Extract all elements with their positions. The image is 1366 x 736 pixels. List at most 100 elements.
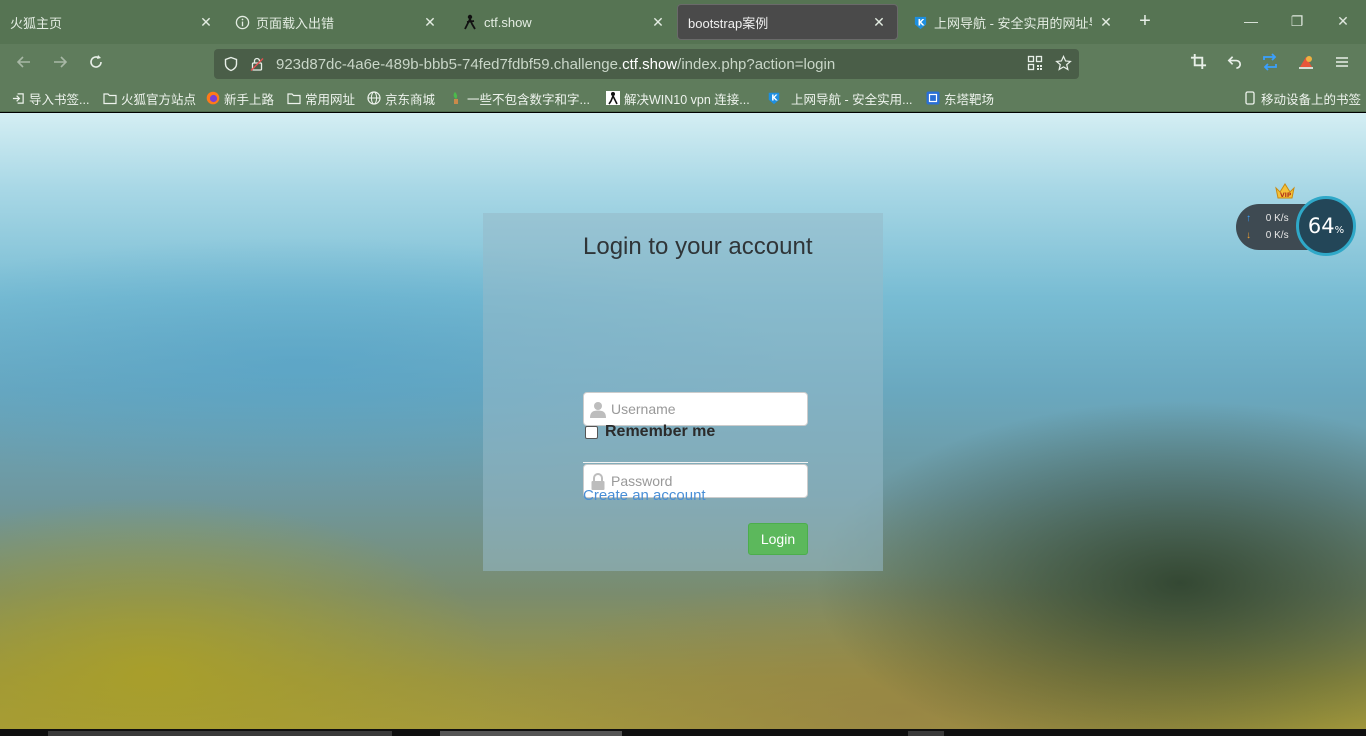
bookmark-jd-mall[interactable]: 京东商城: [367, 89, 435, 107]
bookmark-win10-vpn[interactable]: 解决WIN10 vpn 连接...: [606, 89, 750, 107]
url-domain: ctf.show: [622, 55, 678, 73]
bookmark-label: 导入书签...: [29, 92, 90, 107]
tab-label: 页面载入出错: [256, 15, 335, 31]
remember-me-label: Remember me: [605, 423, 716, 440]
memory-usage-gauge[interactable]: 64%: [1296, 196, 1356, 256]
svg-text:K: K: [917, 17, 924, 27]
bookmark-label: 东塔靶场: [944, 92, 995, 107]
forward-button[interactable]: [49, 53, 71, 75]
target-icon: [926, 91, 940, 105]
username-field[interactable]: [583, 392, 808, 426]
undo-arrow-icon: [1227, 56, 1241, 69]
upload-arrow-icon: ↑: [1246, 213, 1251, 224]
arrow-right-icon: [54, 56, 68, 68]
restore-button[interactable]: ❐: [1286, 10, 1308, 32]
login-button[interactable]: Login: [748, 523, 808, 555]
url-suffix: /index.php?action=login: [677, 55, 836, 73]
bookmark-getting-started[interactable]: 新手上路: [206, 89, 274, 107]
url-prefix: 923d87dc-4a6e-489b-bbb5-74fed7fdbf59.cha…: [276, 55, 623, 73]
new-tab-button[interactable]: +: [1134, 10, 1156, 32]
tab-page-load-error[interactable]: 页面载入出错 ✕: [224, 4, 448, 40]
address-bar[interactable]: 923d87dc-4a6e-489b-bbb5-74fed7fdbf59.cha…: [214, 49, 1079, 79]
bookmark-common-sites[interactable]: 常用网址: [287, 89, 355, 107]
user-icon: [589, 400, 607, 418]
taskbar-item[interactable]: [908, 731, 944, 736]
vip-crown-icon: VIP: [1274, 182, 1296, 202]
bookmark-non-numeric[interactable]: 一些不包含数字和字...: [449, 89, 590, 107]
arrow-left-icon: [16, 56, 30, 68]
download-speed: 0 K/s: [1265, 230, 1289, 241]
extension-icon: [1299, 56, 1313, 69]
tab-strip: 火狐主页 ✕ 页面载入出错 ✕ ctf.show ✕ bootstrap案例 ✕…: [0, 0, 1366, 44]
memory-percent: 64: [1307, 214, 1335, 238]
info-icon: [234, 14, 250, 30]
minimize-button[interactable]: —: [1240, 10, 1262, 32]
bookmark-label: 移动设备上的书签: [1261, 92, 1362, 107]
close-icon[interactable]: ✕: [650, 14, 666, 30]
menu-button[interactable]: [1331, 53, 1353, 75]
back-button[interactable]: [13, 53, 35, 75]
bookmark-web-navigation[interactable]: K 上网导航 - 安全实用...: [767, 89, 913, 107]
close-window-button[interactable]: ✕: [1332, 10, 1354, 32]
bookmark-label: 新手上路: [224, 92, 275, 107]
tab-label: 上网导航 - 安全实用的网址导航: [934, 15, 1092, 31]
network-speed-widget[interactable]: VIP ↑ 0 K/s ↓ 0 K/s 64%: [1234, 182, 1358, 258]
close-icon[interactable]: ✕: [422, 14, 438, 30]
bookmark-label: 火狐官方站点: [121, 92, 197, 107]
svg-text:K: K: [771, 94, 778, 103]
login-panel: Login to your account Remember me Create…: [483, 213, 883, 571]
download-arrow-icon: ↓: [1246, 230, 1251, 241]
bookmark-label: 常用网址: [305, 92, 356, 107]
tab-web-navigation[interactable]: K 上网导航 - 安全实用的网址导航 ✕: [902, 4, 1124, 40]
close-icon[interactable]: ✕: [1098, 14, 1114, 30]
crop-screenshot-button[interactable]: [1187, 53, 1209, 75]
bookmark-dongta-range[interactable]: 东塔靶场: [926, 89, 994, 107]
ninja-icon: [462, 14, 478, 30]
insecure-lock-icon[interactable]: [248, 55, 266, 73]
extension-button[interactable]: [1295, 53, 1317, 75]
reload-button[interactable]: [85, 53, 107, 75]
folder-icon: [103, 91, 117, 105]
crop-icon: [1190, 53, 1206, 70]
vip-badge-text: VIP: [1280, 192, 1292, 199]
bookmark-label: 一些不包含数字和字...: [467, 92, 590, 107]
taskbar-item[interactable]: [48, 731, 392, 736]
mobile-bookmarks[interactable]: 移动设备上的书签: [1243, 89, 1361, 107]
tab-firefox-home[interactable]: 火狐主页 ✕: [0, 4, 224, 40]
create-account-link[interactable]: Create an account: [583, 487, 706, 504]
tab-label: bootstrap案例: [688, 15, 769, 31]
close-icon[interactable]: ✕: [871, 14, 887, 30]
bookmark-firefox-official[interactable]: 火狐官方站点: [103, 89, 196, 107]
bookmark-label: 京东商城: [385, 92, 436, 107]
login-title: Login to your account: [583, 233, 813, 260]
bookmark-import[interactable]: 导入书签...: [11, 89, 89, 107]
tab-label: ctf.show: [484, 14, 532, 30]
taskbar-item[interactable]: [440, 731, 622, 736]
firefox-icon: [206, 91, 220, 105]
import-icon: [11, 91, 25, 105]
figure-icon: [606, 91, 620, 105]
tab-ctf-show[interactable]: ctf.show ✕: [452, 4, 676, 40]
mobile-device-icon: [1243, 91, 1257, 105]
bookmark-label: 解决WIN10 vpn 连接...: [624, 92, 750, 107]
percent-sign: %: [1334, 225, 1345, 236]
reload-icon: [90, 55, 102, 68]
folder-icon: [287, 91, 301, 105]
hamburger-menu-icon: [1336, 57, 1348, 67]
close-icon[interactable]: ✕: [198, 14, 214, 30]
remember-me-checkbox[interactable]: [585, 425, 598, 439]
plant-icon: [449, 91, 463, 105]
undo-button[interactable]: [1223, 53, 1245, 75]
form-divider: [583, 462, 808, 463]
globe-icon: [367, 91, 381, 105]
username-input[interactable]: [611, 401, 801, 417]
shield-icon[interactable]: [222, 55, 240, 73]
qr-code-icon[interactable]: [1026, 55, 1044, 73]
page-content: Login to your account Remember me Create…: [0, 113, 1366, 729]
remember-me[interactable]: Remember me: [585, 423, 715, 441]
taskbar-edge: [0, 729, 1366, 736]
tab-bootstrap-demo[interactable]: bootstrap案例 ✕: [677, 4, 898, 40]
url-text[interactable]: 923d87dc-4a6e-489b-bbb5-74fed7fdbf59.cha…: [276, 56, 835, 73]
star-bookmark-icon[interactable]: [1054, 54, 1072, 73]
sync-button[interactable]: [1259, 53, 1281, 75]
